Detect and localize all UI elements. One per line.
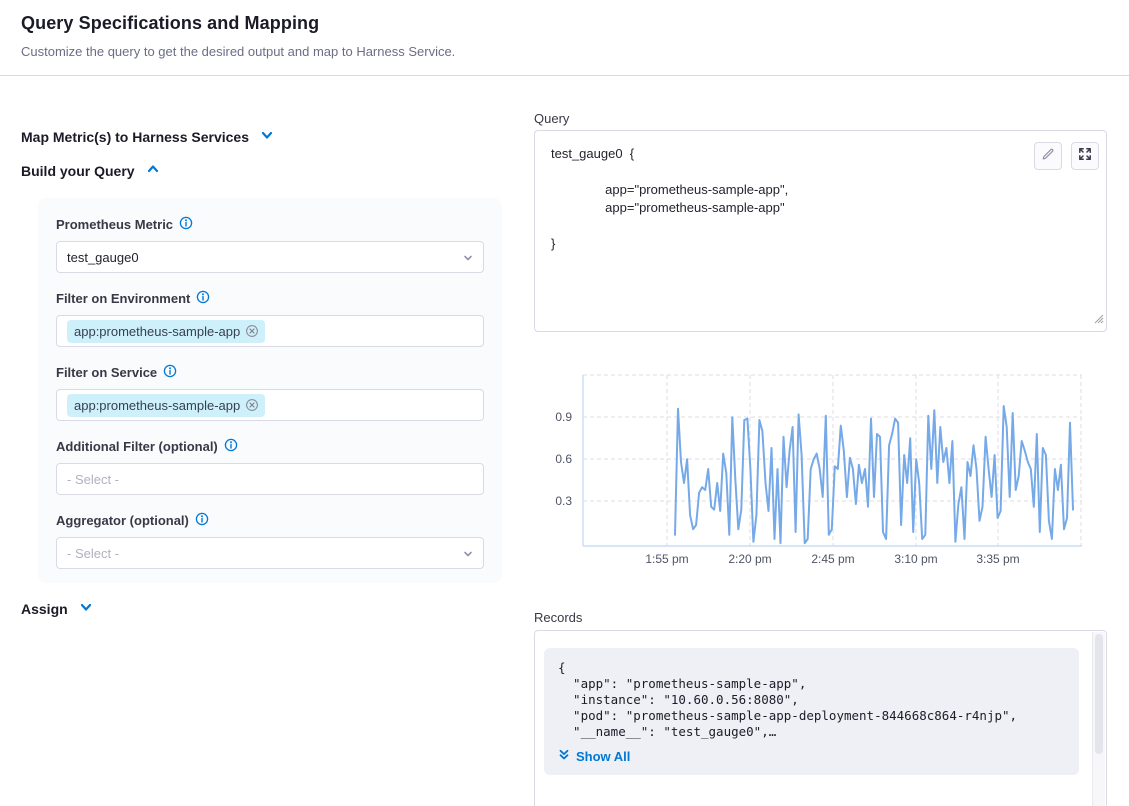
select-chevron-icon[interactable]: [461, 547, 475, 566]
metric-line: [675, 406, 1073, 543]
page-subtitle: Customize the query to get the desired o…: [21, 44, 455, 59]
prometheus-metric-label: Prometheus Metric: [56, 217, 173, 232]
x-tick-label: 1:55 pm: [645, 552, 688, 566]
query-text[interactable]: test_gauge0 { app="prometheus-sample-app…: [551, 145, 788, 253]
service-filter-tag: app:prometheus-sample-app: [67, 394, 265, 417]
y-tick-label: 0.9: [555, 410, 572, 424]
field-filter-environment: Filter on Environment app:prometheus-sam…: [56, 290, 484, 347]
x-tick-label: 3:35 pm: [976, 552, 1019, 566]
select-chevron-icon[interactable]: [461, 251, 475, 270]
page-header: Query Specifications and Mapping Customi…: [0, 0, 1129, 76]
service-filter-tag-label: app:prometheus-sample-app: [74, 398, 240, 413]
pencil-icon: [1040, 146, 1056, 167]
field-aggregator: Aggregator (optional): [56, 512, 484, 569]
field-additional-filter: Additional Filter (optional): [56, 438, 484, 495]
x-tick-label: 2:20 pm: [728, 552, 771, 566]
show-all-link[interactable]: Show All: [557, 748, 630, 765]
remove-tag-icon[interactable]: [245, 398, 259, 412]
chevron-down-icon[interactable]: [78, 599, 94, 618]
prometheus-metric-value[interactable]: [67, 250, 455, 265]
additional-filter-input[interactable]: [56, 463, 484, 495]
info-icon[interactable]: [224, 438, 238, 455]
filter-service-label: Filter on Service: [56, 365, 157, 380]
environment-filter-tag: app:prometheus-sample-app: [67, 320, 265, 343]
section-map-metrics[interactable]: Map Metric(s) to Harness Services: [21, 127, 275, 146]
query-label: Query: [534, 111, 569, 126]
additional-filter-value[interactable]: [67, 472, 473, 487]
info-icon[interactable]: [163, 364, 177, 381]
query-specifications-page: Query Specifications and Mapping Customi…: [0, 0, 1129, 806]
aggregator-value[interactable]: [67, 546, 455, 561]
y-tick-label: 0.6: [555, 452, 572, 466]
edit-query-button[interactable]: [1034, 142, 1062, 170]
records-panel: { "app": "prometheus-sample-app", "insta…: [534, 630, 1107, 806]
query-editor[interactable]: test_gauge0 { app="prometheus-sample-app…: [534, 130, 1107, 332]
record-json: { "app": "prometheus-sample-app", "insta…: [558, 660, 1017, 740]
records-scrollbar[interactable]: [1092, 632, 1105, 806]
fullscreen-icon: [1077, 146, 1093, 167]
info-icon[interactable]: [196, 290, 210, 307]
prometheus-metric-select[interactable]: [56, 241, 484, 273]
records-label: Records: [534, 610, 582, 625]
additional-filter-label: Additional Filter (optional): [56, 439, 218, 454]
info-icon[interactable]: [179, 216, 193, 233]
page-title: Query Specifications and Mapping: [21, 13, 319, 34]
aggregator-select[interactable]: [56, 537, 484, 569]
info-icon[interactable]: [195, 512, 209, 529]
y-tick-label: 0.3: [555, 494, 572, 508]
x-tick-label: 3:10 pm: [894, 552, 937, 566]
show-all-label: Show All: [576, 749, 630, 764]
section-assign-label: Assign: [21, 601, 68, 617]
chevron-up-icon[interactable]: [145, 161, 161, 180]
filter-environment-input[interactable]: app:prometheus-sample-app: [56, 315, 484, 347]
expand-query-button[interactable]: [1071, 142, 1099, 170]
double-chevron-down-icon: [557, 748, 571, 765]
filter-environment-label: Filter on Environment: [56, 291, 190, 306]
section-build-query[interactable]: Build your Query: [21, 161, 161, 180]
environment-filter-tag-label: app:prometheus-sample-app: [74, 324, 240, 339]
resize-handle[interactable]: [1093, 311, 1104, 329]
x-tick-label: 2:45 pm: [811, 552, 854, 566]
section-build-query-label: Build your Query: [21, 163, 135, 179]
section-map-metrics-label: Map Metric(s) to Harness Services: [21, 129, 249, 145]
section-assign[interactable]: Assign: [21, 599, 94, 618]
query-builder-panel: Prometheus Metric Filter on Environment: [38, 198, 502, 583]
filter-service-input[interactable]: app:prometheus-sample-app: [56, 389, 484, 421]
metric-preview-chart: 0.9 0.6 0.3 1:55 pm 2:20 pm 2:45 pm 3:10…: [534, 368, 1107, 573]
remove-tag-icon[interactable]: [245, 324, 259, 338]
field-filter-service: Filter on Service app:prometheus-sample-…: [56, 364, 484, 421]
record-item: { "app": "prometheus-sample-app", "insta…: [544, 648, 1079, 775]
aggregator-label: Aggregator (optional): [56, 513, 189, 528]
chevron-down-icon[interactable]: [259, 127, 275, 146]
field-prometheus-metric: Prometheus Metric: [56, 216, 484, 273]
